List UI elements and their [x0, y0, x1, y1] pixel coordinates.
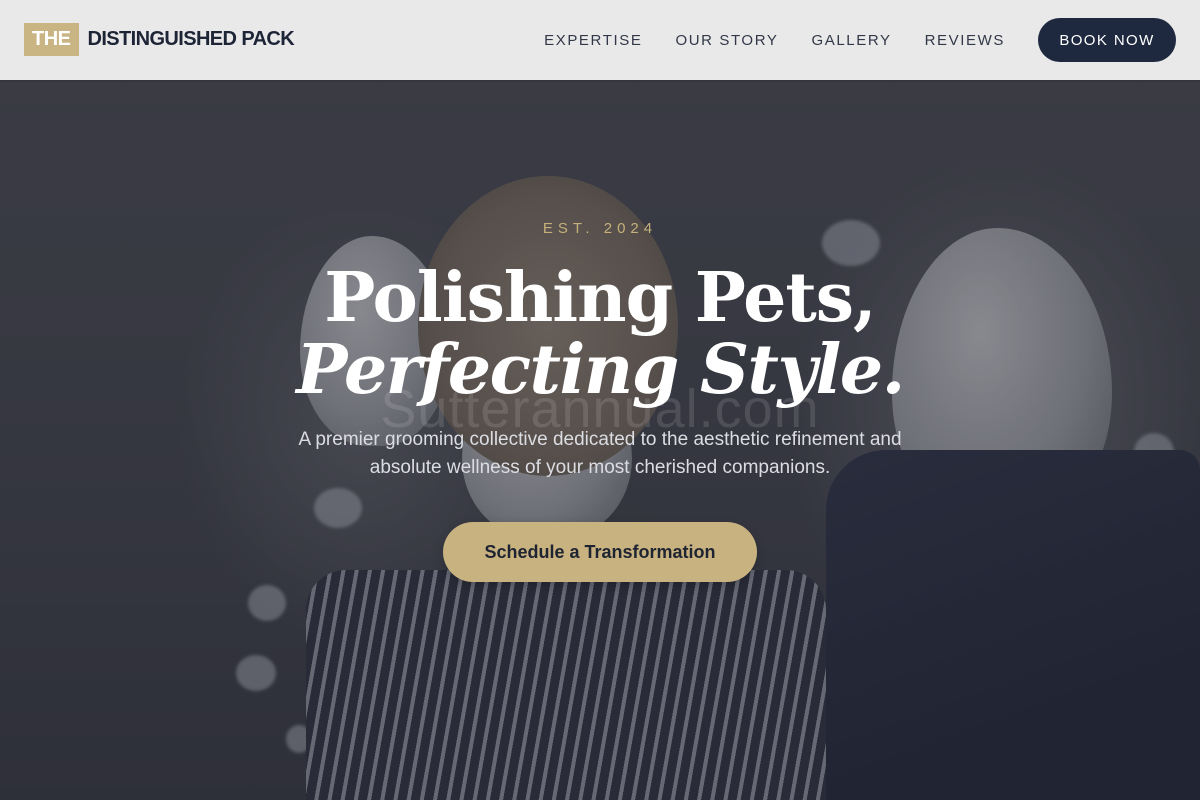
top-navbar: THE DISTINGUISHED PACK EXPERTISE OUR STO…	[0, 0, 1200, 80]
hero-eyebrow: EST. 2024	[542, 220, 658, 237]
nav-link-expertise[interactable]: EXPERTISE	[544, 32, 642, 49]
brand-logo[interactable]: THE DISTINGUISHED PACK	[24, 23, 295, 56]
hero-section: EST. 2024 Sutterannual.com Polishing Pet…	[0, 0, 1200, 800]
nav-link-reviews[interactable]: REVIEWS	[925, 32, 1005, 49]
landing-page: THE DISTINGUISHED PACK EXPERTISE OUR STO…	[0, 0, 1200, 800]
schedule-transformation-button[interactable]: Schedule a Transformation	[443, 522, 757, 582]
book-now-button[interactable]: BOOK NOW	[1038, 18, 1176, 62]
primary-nav: EXPERTISE OUR STORY GALLERY REVIEWS	[511, 0, 1005, 80]
logo-badge: THE	[24, 23, 79, 56]
nav-link-gallery[interactable]: GALLERY	[811, 32, 891, 49]
logo-wordmark: DISTINGUISHED PACK	[87, 28, 295, 50]
hero-headline-line1: Polishing Pets,	[324, 258, 876, 338]
nav-link-our-story[interactable]: OUR STORY	[675, 32, 778, 49]
hero-headline-line2: Perfecting Style.	[296, 330, 905, 410]
hero-subtitle: A premier grooming collective dedicated …	[298, 429, 902, 478]
